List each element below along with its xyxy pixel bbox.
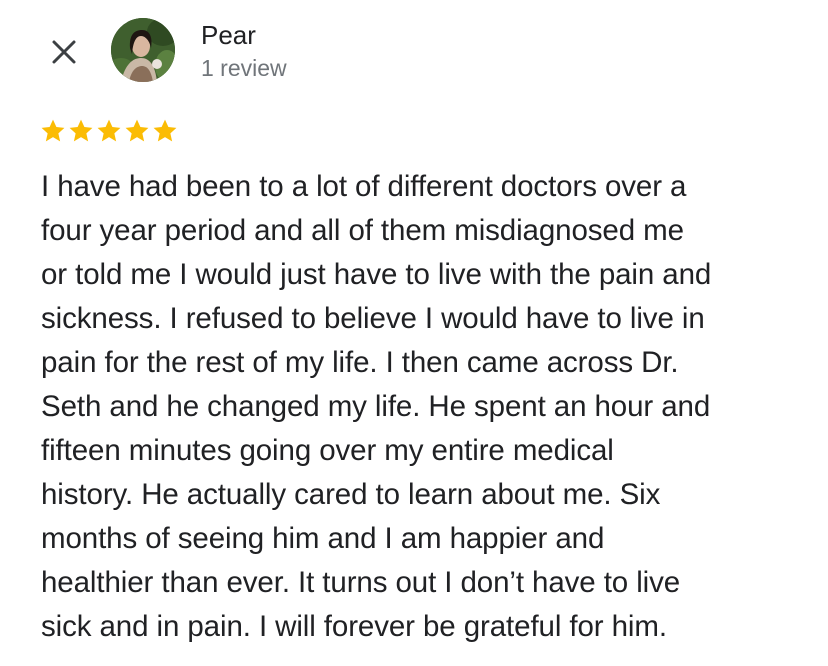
review-text-line: I have had been to a lot of different do… [41, 170, 687, 203]
review-text-line: four year period and all of them misdiag… [41, 214, 684, 247]
star-rating [39, 117, 179, 145]
star-icon [69, 119, 93, 142]
review-text-line: sick and in pain. I will forever be grat… [41, 610, 667, 643]
close-button[interactable] [44, 32, 84, 72]
review-text-line: or told me I would just have to live wit… [41, 258, 712, 291]
star-icon [125, 119, 149, 142]
review-text-line: months of seeing him and I am happier an… [41, 522, 605, 555]
star-icon [97, 119, 121, 142]
star-icon [153, 119, 177, 142]
review-text: I have had been to a lot of different do… [41, 165, 801, 649]
review-text-line: sickness. I refused to believe I would h… [41, 302, 705, 335]
close-icon [52, 40, 76, 64]
review-text-line: Seth and he changed my life. He spent an… [41, 390, 711, 423]
review-text-line: fifteen minutes going over my entire med… [41, 434, 614, 467]
avatar-image [111, 18, 175, 82]
reviewer-name[interactable]: Pear [201, 19, 256, 51]
review-text-line: history. He actually cared to learn abou… [41, 478, 661, 511]
review-count[interactable]: 1 review [201, 54, 287, 82]
review-text-line: pain for the rest of my life. I then cam… [41, 346, 679, 379]
star-icon [41, 119, 65, 142]
review-text-line: healthier than ever. It turns out I don’… [41, 566, 681, 599]
avatar[interactable] [111, 18, 175, 82]
